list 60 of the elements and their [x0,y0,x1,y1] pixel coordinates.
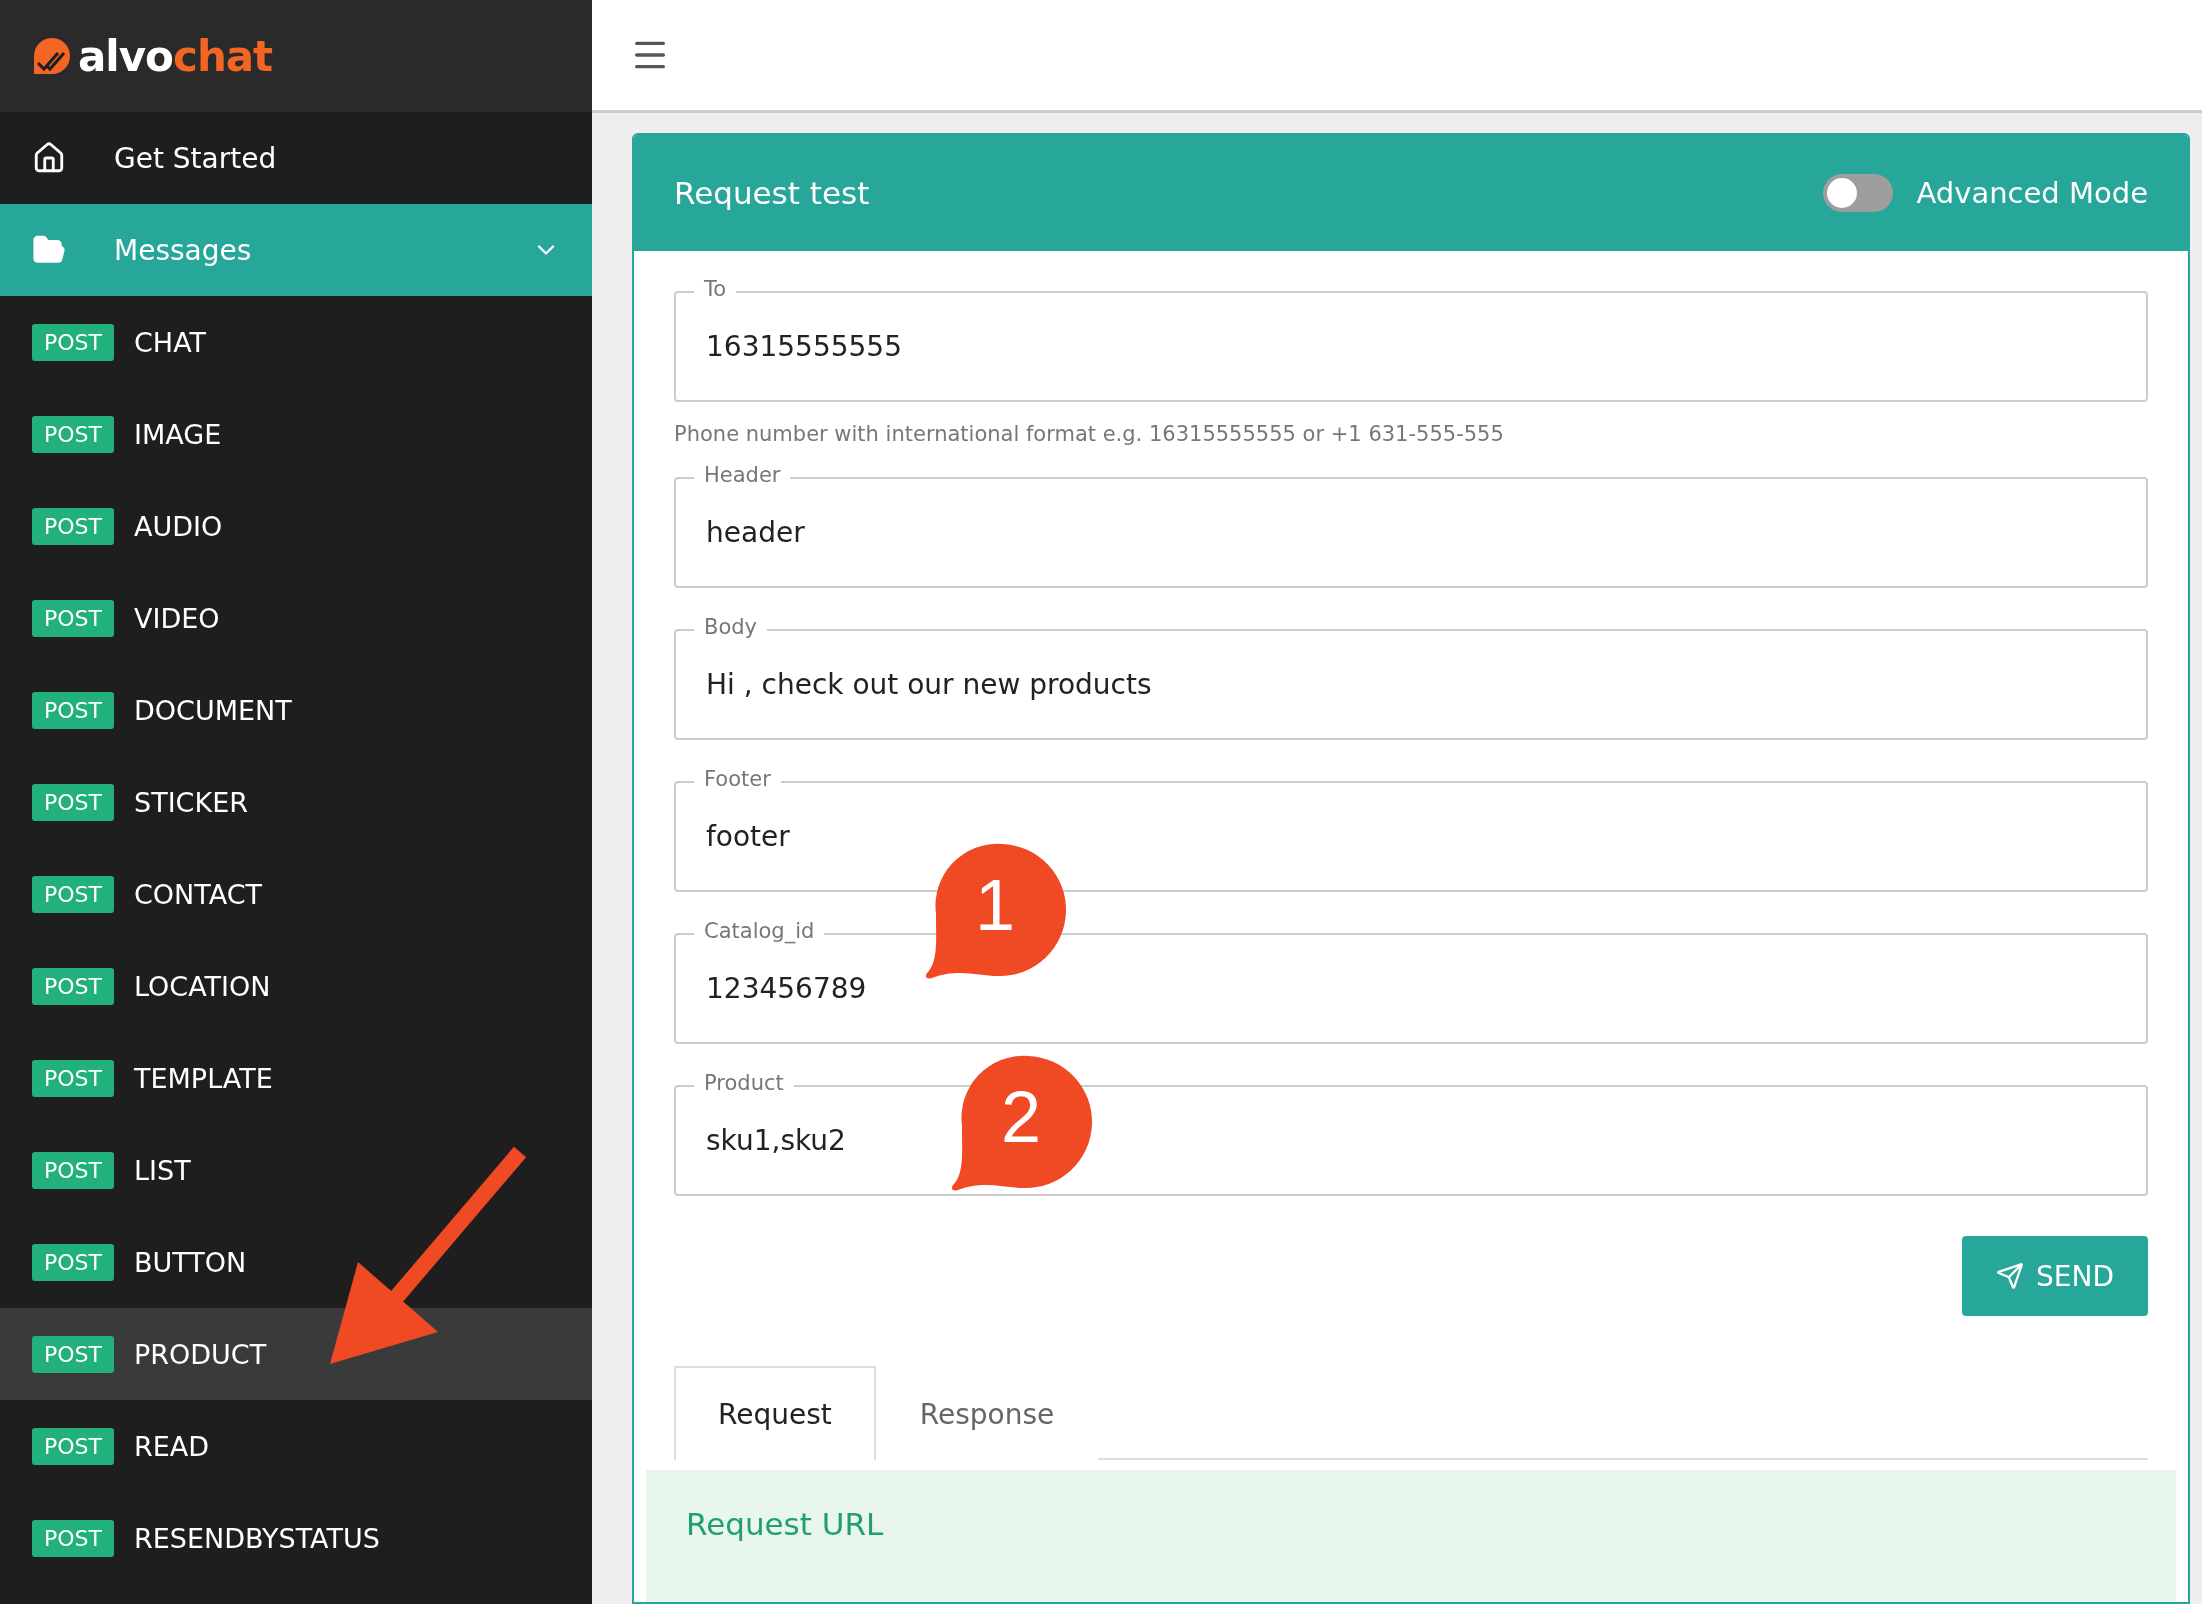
endpoint-label: LIST [134,1154,191,1186]
endpoint-item[interactable]: POST LIST [0,1124,592,1216]
method-badge: POST [32,599,114,637]
endpoint-label: READ [134,1430,210,1462]
method-badge: POST [32,1243,114,1281]
logo-text: chat [173,31,273,81]
endpoint-label: TEMPLATE [134,1062,273,1094]
method-badge: POST [32,875,114,913]
endpoint-item[interactable]: POST VIDEO [0,572,592,664]
field-value: footer [706,820,790,853]
field-value: sku1,sku2 [706,1124,846,1157]
method-badge: POST [32,1519,114,1557]
endpoint-item[interactable]: POST IMAGE [0,388,592,480]
field-value: Hi , check out our new products [706,668,1152,701]
field-value: 16315555555 [706,330,902,363]
method-badge: POST [32,1151,114,1189]
method-badge: POST [32,967,114,1005]
toggle-label: Advanced Mode [1916,176,2148,210]
method-badge: POST [32,1059,114,1097]
method-badge: POST [32,1335,114,1373]
logo-icon [32,37,72,75]
method-badge: POST [32,323,114,361]
endpoint-label: CHAT [134,326,207,358]
endpoint-item[interactable]: POST CONTACT [0,848,592,940]
endpoint-item[interactable]: POST RESENDBYSTATUS [0,1492,592,1584]
method-badge: POST [32,1427,114,1465]
method-badge: POST [32,691,114,729]
endpoint-item[interactable]: POST TEMPLATE [0,1032,592,1124]
endpoint-label: DOCUMENT [134,694,292,726]
endpoint-item[interactable]: POST AUDIO [0,480,592,572]
endpoint-item[interactable]: POST CHAT [0,296,592,388]
endpoint-label: LOCATION [134,970,271,1002]
nav-item[interactable]: Get Started [0,112,592,204]
endpoint-label: VIDEO [134,602,220,634]
endpoint-item[interactable]: POST LOCATION [0,940,592,1032]
card-title: Request test [674,175,871,211]
logo-text: alvo [78,31,173,81]
tab[interactable]: Request [674,1366,876,1460]
endpoint-item[interactable]: POST DOCUMENT [0,664,592,756]
endpoint-label: STICKER [134,786,248,818]
endpoint-label: CONTACT [134,878,263,910]
endpoint-item[interactable]: POST BUTTON [0,1216,592,1308]
panel-title: Request URL [686,1506,884,1542]
endpoint-item[interactable]: POST STICKER [0,756,592,848]
field-value: 123456789 [706,972,867,1005]
method-badge: POST [32,415,114,453]
field-hint: Phone number with international format e.g. 16315555555 or +1 631-555-555 [674,422,1505,446]
toggle-switch[interactable] [1822,174,1893,212]
endpoint-label: IMAGE [134,418,222,450]
method-badge: POST [32,507,114,545]
home-icon [32,141,66,175]
endpoint-label: AUDIO [134,510,223,542]
field-value: header [706,516,805,549]
endpoint-label: RESENDBYSTATUS [134,1522,380,1554]
endpoint-label: PRODUCT [134,1338,267,1370]
method-badge: POST [32,783,114,821]
endpoint-item[interactable]: POST PRODUCT [0,1308,592,1400]
endpoint-item[interactable]: POST READ [0,1400,592,1492]
endpoint-label: BUTTON [134,1246,247,1278]
send-icon [1996,1262,2024,1290]
